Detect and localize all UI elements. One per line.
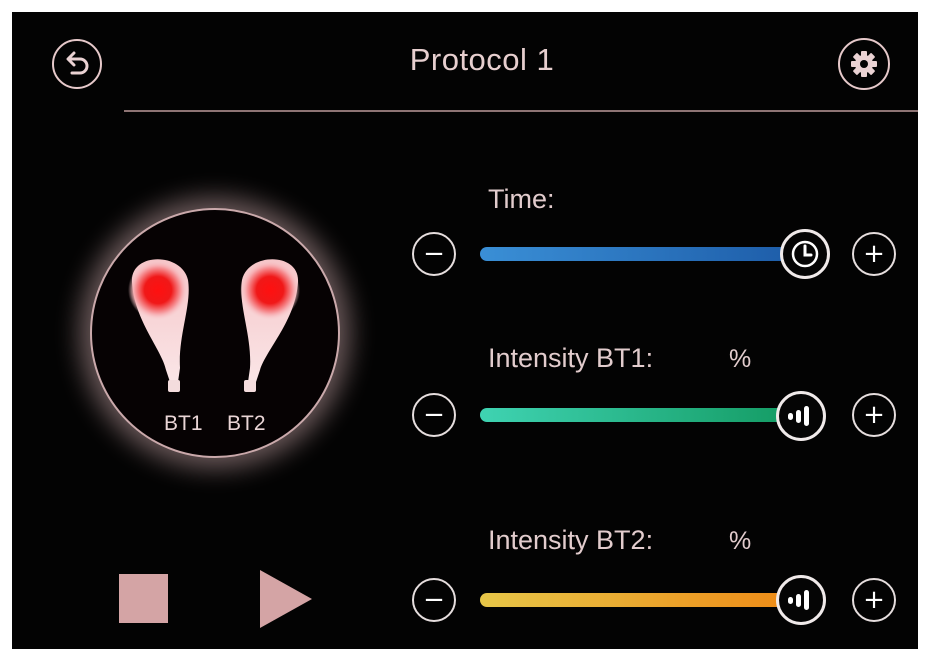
intensity-bt2-slider-track[interactable] [480,593,798,607]
back-button[interactable] [52,39,102,89]
probe-illustration: BT1 BT2 [90,208,340,458]
play-icon [260,570,312,628]
clock-icon [791,240,819,268]
intensity-bt1-unit: % [729,345,752,373]
signal-bars-icon [788,590,809,610]
header-divider [124,110,918,112]
time-decrease-button[interactable]: − [412,232,456,276]
play-button[interactable] [260,570,312,633]
intensity-bt1-slider-thumb[interactable] [776,391,826,441]
intensity-bt2-label: Intensity BT2: [488,525,654,555]
back-arrow-icon [66,51,89,75]
intensity-bt2-increase-button[interactable]: + [852,578,896,622]
probe-bt1-shape [128,259,189,392]
intensity-bt1-label: Intensity BT1: [488,343,654,373]
app-screen: Protocol 1 BT1 BT2 Time: − + Intensity B… [12,12,918,649]
probe-heads-image [128,259,300,392]
settings-button[interactable] [838,38,890,90]
intensity-bt1-increase-button[interactable]: + [852,393,896,437]
probe-label-bt1: BT1 [164,412,203,435]
probe-label-bt2: BT2 [227,412,266,435]
time-slider-track[interactable] [480,247,798,261]
intensity-bt1-slider-track[interactable] [480,408,798,422]
intensity-bt1-decrease-button[interactable]: − [412,393,456,437]
stop-button[interactable] [119,574,168,623]
intensity-bt2-slider-thumb[interactable] [776,575,826,625]
page-title: Protocol 1 [409,42,555,77]
time-slider-thumb[interactable] [780,229,830,279]
intensity-bt2-decrease-button[interactable]: − [412,578,456,622]
time-label: Time: [488,184,555,214]
gear-icon [851,51,877,77]
probe-bt2-shape [240,259,300,392]
time-increase-button[interactable]: + [852,232,896,276]
signal-bars-icon [788,406,809,426]
intensity-bt2-unit: % [729,527,752,555]
